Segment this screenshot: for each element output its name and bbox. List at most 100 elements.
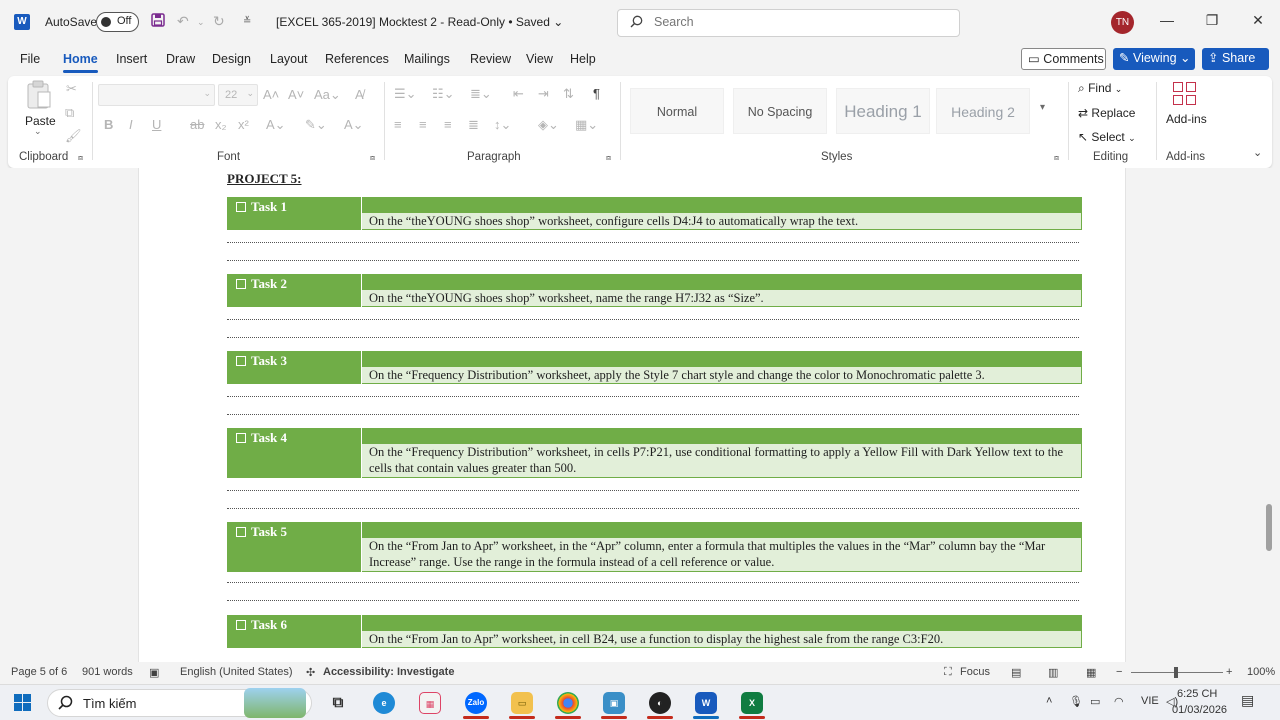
bullets-icon[interactable]: ☰⌄ xyxy=(394,86,417,102)
zoom-level[interactable]: 100% xyxy=(1247,666,1275,678)
tab-file[interactable]: File xyxy=(20,52,40,66)
subscript-icon[interactable]: x₂ xyxy=(215,117,227,132)
save-icon[interactable] xyxy=(151,13,165,30)
web-layout-icon[interactable]: ▦ xyxy=(1086,666,1096,679)
highlight-icon[interactable]: ✎⌄ xyxy=(305,117,327,133)
tab-draw[interactable]: Draw xyxy=(166,52,195,66)
read-mode-icon[interactable]: ▤ xyxy=(1011,666,1021,679)
proofing-icon[interactable]: ▣ xyxy=(149,666,159,679)
edge-icon[interactable]: e xyxy=(373,692,395,714)
user-avatar[interactable]: TN xyxy=(1111,11,1134,34)
decrease-indent-icon[interactable]: ⇤ xyxy=(513,86,524,102)
collapse-ribbon-icon[interactable]: ⌄ xyxy=(1253,146,1262,159)
chevron-up-icon[interactable]: ˄ xyxy=(1046,695,1052,707)
excel-taskbar-icon[interactable]: X xyxy=(741,692,763,714)
photos-icon[interactable]: ▣ xyxy=(603,692,625,714)
windows-start-icon[interactable] xyxy=(14,694,31,714)
align-left-icon[interactable]: ≡ xyxy=(394,117,402,132)
zoom-out-button[interactable]: − xyxy=(1116,666,1122,678)
word-taskbar-icon[interactable]: W xyxy=(695,692,717,714)
style-normal[interactable]: Normal xyxy=(630,88,724,134)
document-title[interactable]: [EXCEL 365-2019] Mocktest 2 - Read-Only … xyxy=(276,15,563,29)
grow-font-icon[interactable]: A˄ xyxy=(263,87,279,102)
align-center-icon[interactable]: ≡ xyxy=(419,117,427,132)
dialog-launcher-icon[interactable]: ⧈ xyxy=(606,153,611,163)
tab-review[interactable]: Review xyxy=(470,52,511,66)
accessibility-icon[interactable]: ✣ xyxy=(306,666,315,679)
minimize-button[interactable]: — xyxy=(1157,12,1177,28)
style-no-spacing[interactable]: No Spacing xyxy=(733,88,827,134)
restore-button[interactable]: ❐ xyxy=(1202,12,1222,29)
customize-toolbar-icon[interactable]: ≚ xyxy=(243,16,251,27)
zoom-in-button[interactable]: + xyxy=(1226,666,1232,678)
redo-icon[interactable]: ↻ xyxy=(213,13,225,30)
vertical-scrollbar[interactable] xyxy=(1266,504,1272,551)
bold-icon[interactable]: B xyxy=(104,117,113,132)
style-heading-2[interactable]: Heading 2 xyxy=(936,88,1030,134)
dialog-launcher-icon[interactable]: ⧈ xyxy=(78,153,83,163)
tab-home[interactable]: Home xyxy=(63,52,98,73)
dialog-launcher-icon[interactable]: ⧈ xyxy=(370,153,375,163)
copy-icon[interactable]: ⧉ xyxy=(65,105,74,121)
paste-icon[interactable] xyxy=(26,80,52,113)
shrink-font-icon[interactable]: A˅ xyxy=(288,87,304,102)
tab-insert[interactable]: Insert xyxy=(116,52,147,66)
zalo-icon[interactable]: Zalo xyxy=(465,692,487,714)
dialog-launcher-icon[interactable]: ⧈ xyxy=(1054,153,1059,163)
search-input[interactable] xyxy=(654,15,944,29)
underline-icon[interactable]: U xyxy=(152,117,161,132)
shading-icon[interactable]: ◈⌄ xyxy=(538,117,559,133)
replace-button[interactable]: ⇄ Replace xyxy=(1078,106,1135,120)
tab-help[interactable]: Help xyxy=(570,52,596,66)
line-spacing-icon[interactable]: ↕⌄ xyxy=(494,117,511,133)
select-button[interactable]: ↖ Select ⌄ xyxy=(1078,130,1136,144)
tab-view[interactable]: View xyxy=(526,52,553,66)
close-button[interactable]: ✕ xyxy=(1248,12,1268,29)
strikethrough-icon[interactable]: ab xyxy=(190,117,204,132)
styles-more-icon[interactable]: ▾ xyxy=(1040,102,1045,113)
task-view-icon[interactable]: ⧉ xyxy=(327,692,349,714)
font-name-box[interactable]: ⌄ xyxy=(98,84,215,106)
zoom-slider-thumb[interactable] xyxy=(1174,667,1178,678)
taskbar-search[interactable]: Tìm kiếm xyxy=(47,688,312,718)
share-button[interactable]: ⇪ Share ⌄ xyxy=(1202,48,1269,85)
show-marks-icon[interactable]: ¶ xyxy=(593,86,600,101)
print-layout-icon[interactable]: ▥ xyxy=(1048,666,1058,679)
page-count[interactable]: Page 5 of 6 xyxy=(11,666,67,678)
app-icon[interactable]: ◐ xyxy=(649,692,671,714)
tab-design[interactable]: Design xyxy=(212,52,251,66)
change-case-icon[interactable]: Aa⌄ xyxy=(314,87,341,103)
find-button[interactable]: ⌕ Find ⌄ xyxy=(1078,81,1122,96)
microphone-icon[interactable]: 🎙 xyxy=(1069,695,1083,708)
wifi-icon[interactable]: ◠ xyxy=(1114,695,1124,708)
clock-date[interactable]: 01/03/2026 xyxy=(1172,704,1227,716)
clear-formatting-icon[interactable]: A̸ xyxy=(355,87,364,102)
format-painter-icon[interactable]: 🖌 xyxy=(65,128,82,144)
chrome-icon[interactable] xyxy=(557,692,579,714)
notification-icon[interactable]: ▤ xyxy=(1241,692,1254,709)
italic-icon[interactable]: I xyxy=(129,117,133,132)
undo-dropdown-icon[interactable]: ⌄ xyxy=(197,17,205,28)
comments-button[interactable]: ▭ Comments xyxy=(1021,48,1106,70)
borders-icon[interactable]: ▦⌄ xyxy=(575,117,598,133)
file-explorer-icon[interactable]: ▭ xyxy=(511,692,533,714)
increase-indent-icon[interactable]: ⇥ xyxy=(538,86,549,102)
tab-references[interactable]: References xyxy=(325,52,389,66)
undo-icon[interactable]: ↶ xyxy=(177,13,189,30)
font-size-box[interactable]: 22 ⌄ xyxy=(218,84,258,106)
multilevel-list-icon[interactable]: ≣⌄ xyxy=(470,86,492,102)
addins-button-label[interactable]: Add-ins xyxy=(1166,112,1207,126)
cut-icon[interactable]: ✂ xyxy=(66,81,77,97)
battery-icon[interactable]: ▭ xyxy=(1090,695,1100,708)
font-color-icon[interactable]: A⌄ xyxy=(344,117,364,133)
tab-layout[interactable]: Layout xyxy=(270,52,308,66)
numbering-icon[interactable]: ☷⌄ xyxy=(432,86,455,102)
sort-icon[interactable]: ⇅ xyxy=(563,86,574,102)
search-box[interactable] xyxy=(617,9,960,37)
viewing-button[interactable]: ✎ Viewing ⌄ xyxy=(1113,48,1195,70)
align-right-icon[interactable]: ≡ xyxy=(444,117,452,132)
language-indicator[interactable]: English (United States) xyxy=(180,666,293,678)
justify-icon[interactable]: ≣ xyxy=(468,117,479,133)
autosave-toggle[interactable]: Off xyxy=(96,12,139,32)
addins-icon[interactable] xyxy=(1173,82,1198,107)
